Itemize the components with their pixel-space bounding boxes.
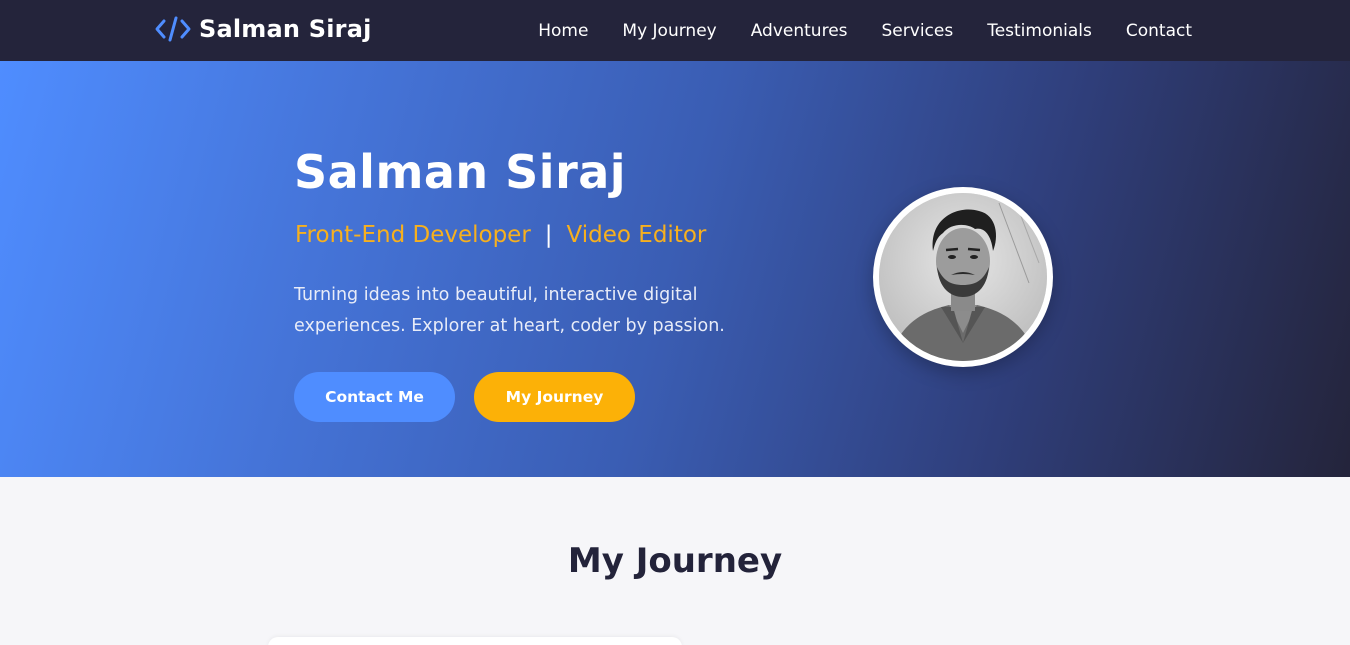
journey-section: My Journey (0, 477, 1350, 645)
nav-link-services[interactable]: Services (882, 21, 954, 41)
nav-link-home[interactable]: Home (538, 21, 588, 41)
brand-logo[interactable]: Salman Siraj (155, 14, 372, 44)
nav-menu: Home My Journey Adventures Services Test… (538, 0, 1192, 61)
journey-section-title: My Journey (567, 541, 783, 581)
role-frontend: Front-End Developer (295, 222, 531, 248)
nav-link-contact[interactable]: Contact (1126, 21, 1192, 41)
contact-me-button[interactable]: Contact Me (294, 372, 455, 422)
brand-name: Salman Siraj (199, 15, 372, 43)
navbar: Salman Siraj Home My Journey Adventures … (0, 0, 1350, 61)
hero-title: Salman Siraj (294, 145, 627, 199)
role-separator: | (544, 222, 553, 248)
avatar-frame (873, 187, 1053, 367)
avatar (879, 193, 1047, 361)
hero-section: Salman Siraj Front-End Developer | Video… (0, 61, 1350, 477)
my-journey-button[interactable]: My Journey (474, 372, 635, 422)
nav-link-my-journey[interactable]: My Journey (622, 21, 716, 41)
hero-description: Turning ideas into beautiful, interactiv… (294, 285, 725, 336)
nav-link-adventures[interactable]: Adventures (751, 21, 848, 41)
journey-card (268, 637, 682, 645)
nav-link-testimonials[interactable]: Testimonials (987, 21, 1092, 41)
code-icon (155, 14, 191, 44)
role-video-editor: Video Editor (566, 222, 707, 248)
hero-roles: Front-End Developer | Video Editor (295, 222, 706, 248)
